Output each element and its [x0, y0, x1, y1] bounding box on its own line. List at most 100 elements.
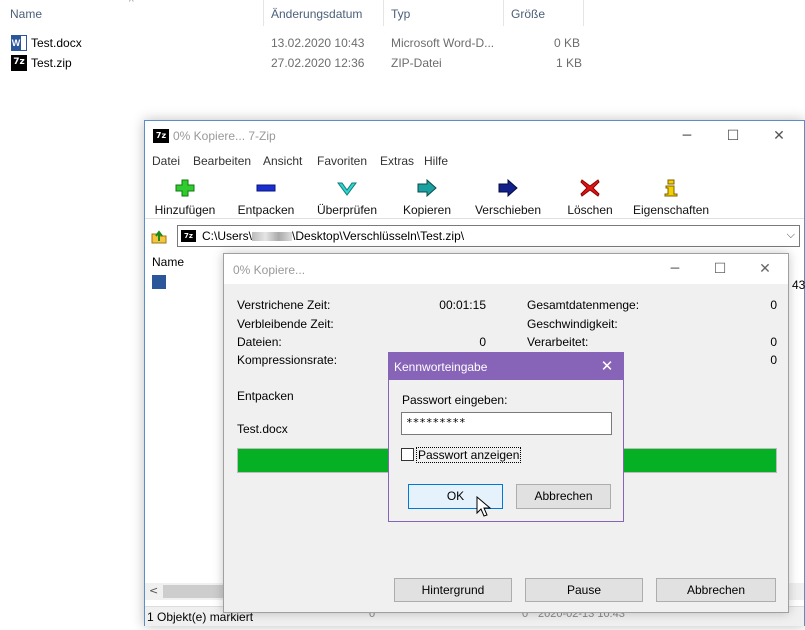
file-name: Test.docx [31, 36, 82, 50]
file-date: 27.02.2020 12:36 [271, 56, 365, 70]
7zip-archive-icon: 7z [181, 230, 196, 242]
dialog-titlebar[interactable]: 0% Kopiere... ─ ☐ ✕ [224, 254, 788, 284]
ok-label: OK [446, 489, 465, 503]
total-label: Gesamtdatenmenge: [527, 298, 640, 312]
file-type: ZIP-Datei [391, 56, 442, 70]
menu-hilfe[interactable]: Hilfe [424, 154, 448, 168]
file-size: 0 KB [554, 36, 581, 50]
current-file: Test.docx [237, 422, 288, 436]
file-date: 13.02.2020 10:43 [271, 36, 365, 50]
copy-arrow-icon [417, 179, 437, 197]
delete-x-icon [580, 179, 600, 197]
window-titlebar[interactable]: 7z 0% Kopiere... 7-Zip ─ ☐ ✕ [145, 121, 804, 151]
toolbar: Hinzufügen Entpacken Überprüfen Kopieren… [145, 173, 804, 219]
properties-label: Eigenschaften [633, 203, 710, 217]
show-password-checkbox[interactable] [401, 448, 414, 461]
minimize-button[interactable]: ─ [652, 254, 698, 284]
maximize-button[interactable]: ☐ [710, 121, 756, 151]
password-dialog: Kennworteingabe ✕ Passwort eingeben: ***… [388, 352, 624, 522]
files-value: 0 [479, 335, 486, 349]
file-row[interactable]: 7z Test.zip 27.02.2020 12:36 ZIP-Datei 1… [0, 53, 600, 73]
extract-label: Entpacken [237, 203, 295, 217]
password-label: Passwort eingeben: [402, 393, 508, 407]
delete-button[interactable]: Löschen [559, 173, 621, 219]
maximize-button[interactable]: ☐ [697, 254, 743, 284]
show-password-label[interactable]: Passwort anzeigen [416, 447, 522, 463]
column-type[interactable]: Typ [391, 7, 410, 21]
column-divider [383, 0, 384, 26]
redacted-username [252, 232, 293, 242]
move-arrow-icon [498, 179, 518, 197]
file-type: Microsoft Word-D... [391, 36, 495, 50]
add-plus-icon [175, 179, 195, 197]
list-cut-value: 43 [792, 278, 805, 292]
extract-button[interactable]: Entpacken [233, 173, 299, 219]
dialog-titlebar[interactable]: Kennworteingabe ✕ [389, 353, 623, 380]
folder-up-icon[interactable] [151, 228, 167, 244]
ratio-label: Kompressionsrate: [237, 353, 338, 367]
cancel-label: Abbrechen [534, 489, 593, 503]
column-size[interactable]: Größe [511, 7, 545, 21]
delete-label: Löschen [567, 203, 613, 217]
close-icon[interactable]: ✕ [591, 353, 623, 380]
column-divider [263, 0, 264, 26]
mouse-cursor-icon [476, 496, 492, 517]
copy-label: Kopieren [402, 203, 452, 217]
list-column-name[interactable]: Name [152, 255, 184, 269]
column-date[interactable]: Änderungsdatum [271, 7, 362, 21]
cancel-button[interactable]: Abbrechen [656, 578, 776, 602]
sort-ascending-icon: ^ [129, 0, 134, 8]
menu-ansicht[interactable]: Ansicht [263, 154, 302, 168]
copy-button[interactable]: Kopieren [395, 173, 459, 219]
path-text: C:\Users\ \Desktop\Verschlüsseln\Test.zip… [202, 229, 465, 243]
menu-bar: Datei Bearbeiten Ansicht Favoriten Extra… [145, 151, 804, 171]
word-document-icon [11, 35, 27, 51]
7zip-archive-icon: 7z [11, 55, 27, 71]
remaining-label: Verbleibende Zeit: [237, 317, 334, 331]
explorer-column-header: ^ Name Änderungsdatum Typ Größe [0, 0, 805, 28]
background-button[interactable]: Hintergrund [394, 578, 512, 602]
extra-value: 0 [770, 353, 777, 367]
cancel-label: Abbrechen [686, 583, 746, 597]
minimize-button[interactable]: ─ [664, 121, 710, 151]
column-name[interactable]: Name [10, 7, 42, 21]
file-size: 1 KB [556, 56, 583, 70]
processed-label: Verarbeitet: [527, 335, 589, 349]
7zip-app-icon: 7z [153, 129, 169, 143]
total-value: 0 [770, 298, 777, 312]
elapsed-label: Verstrichene Zeit: [237, 298, 331, 312]
info-icon [664, 179, 678, 197]
test-button[interactable]: Überprüfen [313, 173, 381, 219]
window-title: 0% Kopiere... 7-Zip [173, 129, 276, 143]
password-field[interactable]: ********* [401, 412, 612, 435]
file-row[interactable]: Test.docx 13.02.2020 10:43 Microsoft Wor… [0, 33, 600, 53]
address-bar: 7z C:\Users\ \Desktop\Verschlüsseln\Test.… [145, 225, 804, 249]
background-label: Hintergrund [421, 583, 485, 597]
speed-label: Geschwindigkeit: [527, 317, 618, 331]
scroll-thumb[interactable] [163, 585, 223, 598]
add-label: Hinzufügen [154, 203, 216, 217]
menu-datei[interactable]: Datei [152, 154, 180, 168]
move-button[interactable]: Verschieben [473, 173, 543, 219]
test-label: Überprüfen [316, 203, 378, 217]
pause-button[interactable]: Pause [525, 578, 643, 602]
files-label: Dateien: [237, 335, 282, 349]
action-label: Entpacken [237, 389, 294, 403]
add-button[interactable]: Hinzufügen [151, 173, 219, 219]
scroll-left-icon[interactable]: < [149, 584, 158, 597]
word-document-icon[interactable] [152, 275, 166, 289]
menu-bearbeiten[interactable]: Bearbeiten [193, 154, 251, 168]
chevron-down-icon[interactable]: ⌵ [787, 228, 795, 242]
processed-value: 0 [770, 335, 777, 349]
close-button[interactable]: ✕ [742, 254, 788, 284]
move-label: Verschieben [474, 203, 542, 217]
cancel-button[interactable]: Abbrechen [516, 484, 611, 509]
pause-label: Pause [566, 583, 602, 597]
menu-favoriten[interactable]: Favoriten [317, 154, 367, 168]
close-button[interactable]: ✕ [756, 121, 802, 151]
elapsed-value: 00:01:15 [439, 298, 486, 312]
file-name: Test.zip [31, 56, 72, 70]
path-input[interactable]: 7z C:\Users\ \Desktop\Verschlüsseln\Test.… [177, 225, 800, 247]
properties-button[interactable]: Eigenschaften [633, 173, 709, 219]
menu-extras[interactable]: Extras [380, 154, 414, 168]
